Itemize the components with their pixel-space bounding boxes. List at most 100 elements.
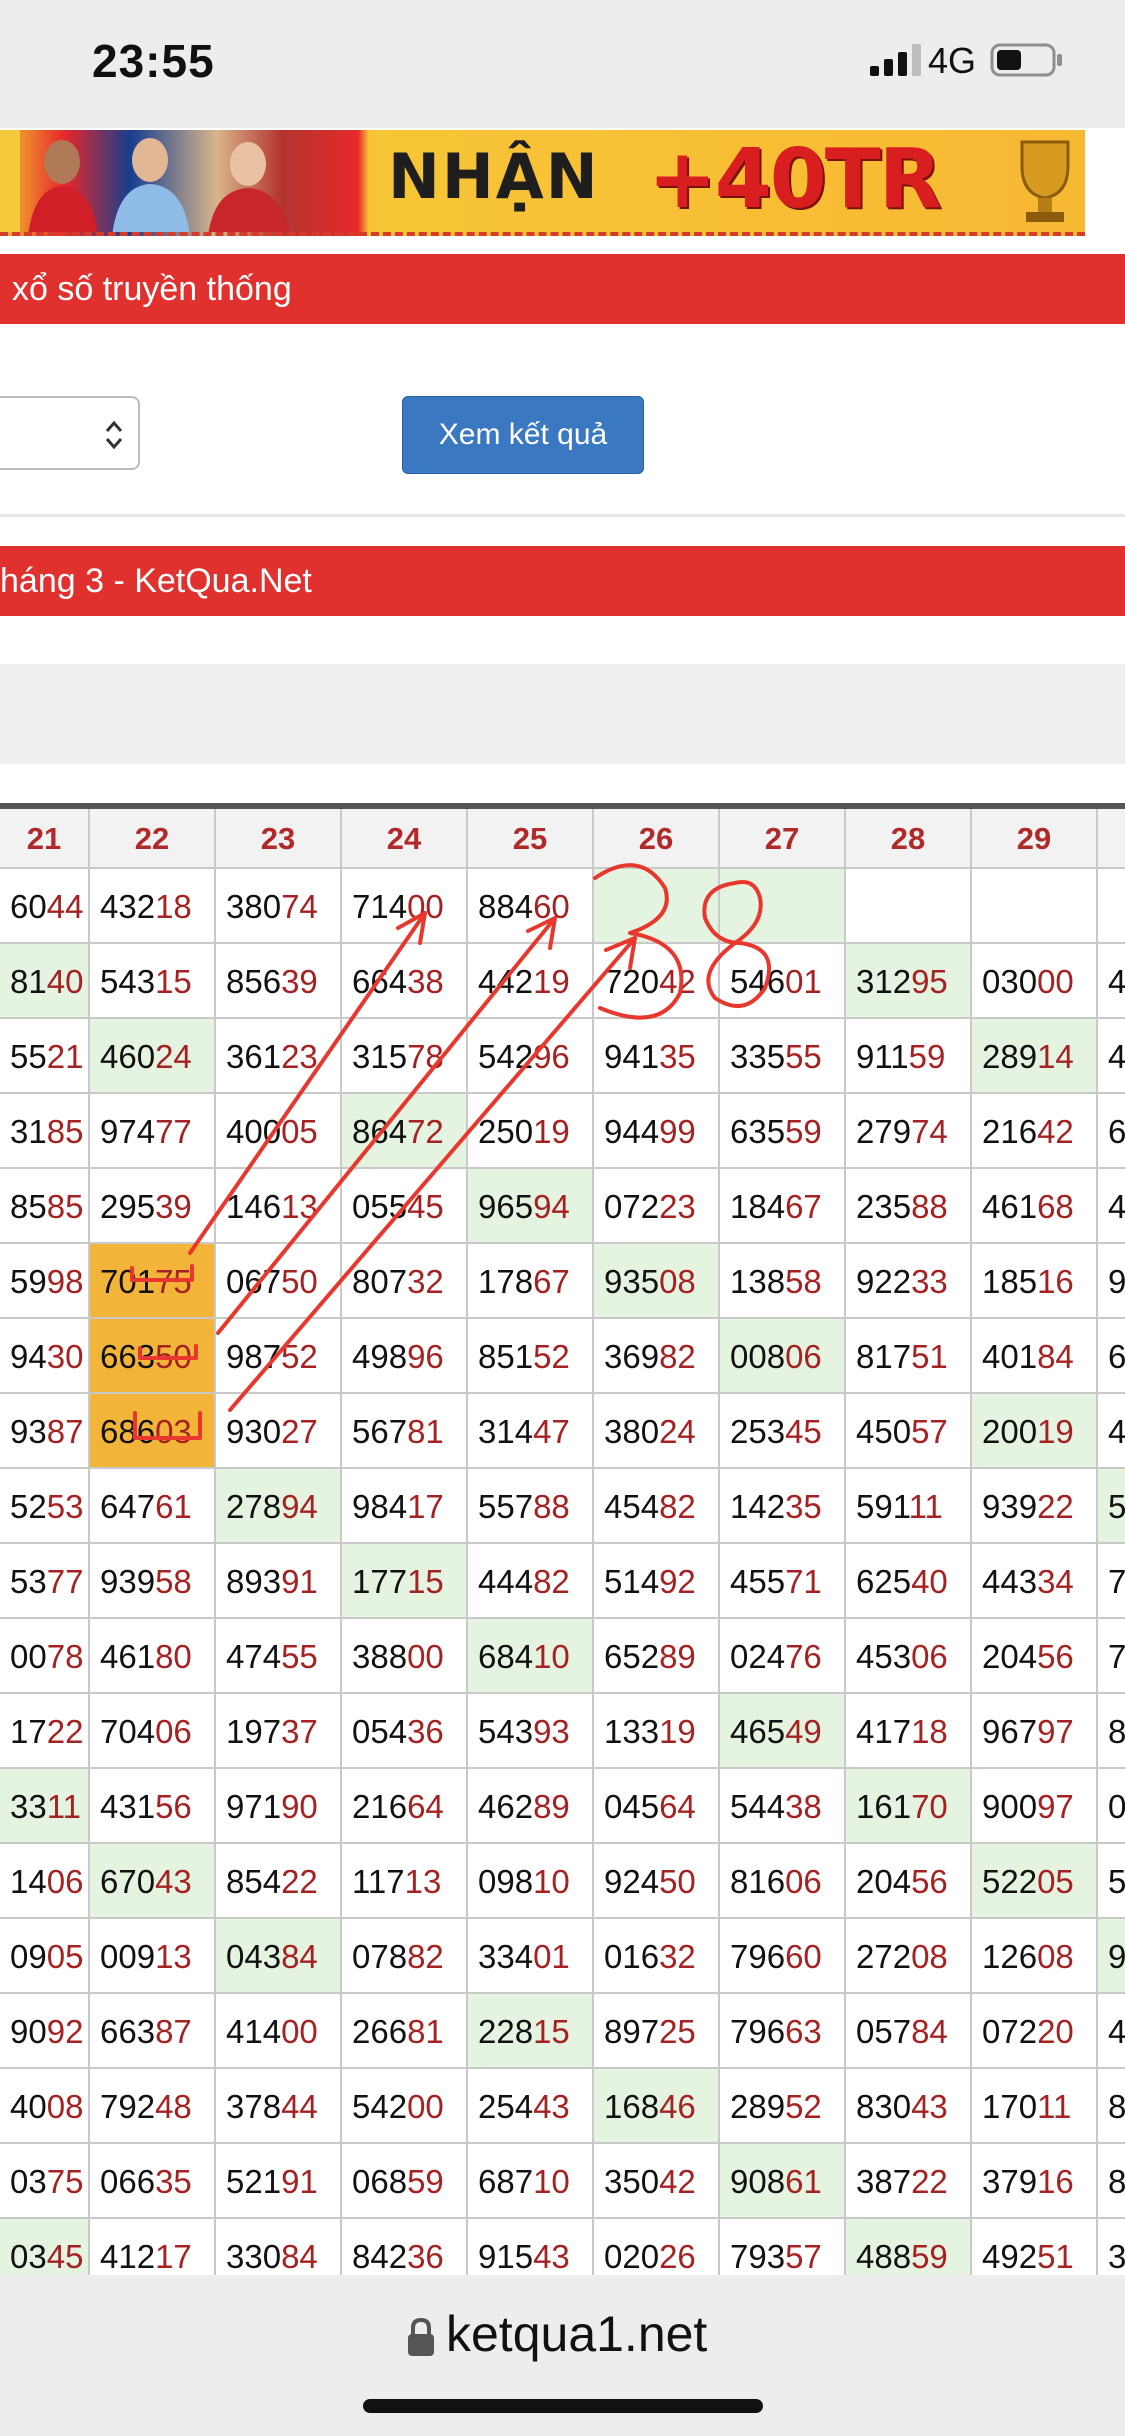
- result-cell: 66438: [342, 944, 468, 1019]
- result-cell: 16170: [846, 1769, 972, 1844]
- result-cell: 28952: [720, 2069, 846, 2144]
- column-header: [1098, 809, 1125, 869]
- result-cell: 97477: [90, 1094, 216, 1169]
- result-cell: 16846: [594, 2069, 720, 2144]
- result-cell: 0078: [0, 1619, 90, 1694]
- banner-label: NHẬN: [388, 140, 600, 213]
- result-cell: 92450: [594, 1844, 720, 1919]
- result-cell: 05784: [846, 1994, 972, 2069]
- result-cell: 6: [1098, 1094, 1125, 1169]
- result-cell: 79660: [720, 1919, 846, 1994]
- home-indicator[interactable]: [363, 2399, 763, 2413]
- result-cell: 62540: [846, 1544, 972, 1619]
- result-cell: 81606: [720, 1844, 846, 1919]
- result-cell: 00913: [90, 1919, 216, 1994]
- result-cell: 45306: [846, 1619, 972, 1694]
- result-cell: 25019: [468, 1094, 594, 1169]
- result-cell: 8585: [0, 1169, 90, 1244]
- result-cell: 21642: [972, 1094, 1098, 1169]
- result-cell: 54393: [468, 1694, 594, 1769]
- date-select[interactable]: [0, 396, 140, 470]
- result-cell: 06859: [342, 2144, 468, 2219]
- result-cell: 54200: [342, 2069, 468, 2144]
- result-cell: 54601: [720, 944, 846, 1019]
- lock-icon: [408, 2317, 434, 2356]
- ad-placeholder: [0, 664, 1125, 764]
- battery-icon: [990, 43, 1062, 77]
- result-cell: 5: [1098, 1469, 1125, 1544]
- result-cell: 0375: [0, 2144, 90, 2219]
- result-cell: 93508: [594, 1244, 720, 1319]
- status-bar: 23:55 4G: [0, 0, 1125, 128]
- result-cell: [846, 869, 972, 944]
- result-cell: 5: [1098, 1844, 1125, 1919]
- column-header: 27: [720, 809, 846, 869]
- result-cell: 8: [1098, 2144, 1125, 2219]
- result-cell: [720, 869, 846, 944]
- result-cell: 29539: [90, 1169, 216, 1244]
- banner-amount: +40TR: [648, 132, 942, 227]
- result-cell: 41217: [90, 2219, 216, 2275]
- result-cell: 91159: [846, 1019, 972, 1094]
- result-cell: 09810: [468, 1844, 594, 1919]
- result-cell: 47455: [216, 1619, 342, 1694]
- result-cell: 44482: [468, 1544, 594, 1619]
- url-text: ketqua1.net: [446, 2306, 708, 2362]
- result-cell: 92233: [846, 1244, 972, 1319]
- result-cell: 35042: [594, 2144, 720, 2219]
- column-header: 24: [342, 809, 468, 869]
- result-cell: 21664: [342, 1769, 468, 1844]
- result-cell: 38722: [846, 2144, 972, 2219]
- result-cell: 49251: [972, 2219, 1098, 2275]
- result-cell: 7: [1098, 1619, 1125, 1694]
- web-page: NHẬN +40TR xổ số truyền thống Xem kết qu…: [0, 128, 1125, 2275]
- result-cell: 67043: [90, 1844, 216, 1919]
- result-cell: 54438: [720, 1769, 846, 1844]
- results-table: 21 22 23 24 25 26 27 28 29 6044 43218 38074 71400 884…: [0, 803, 1125, 2275]
- result-cell: 84236: [342, 2219, 468, 2275]
- view-results-button[interactable]: Xem kết quả: [402, 396, 644, 474]
- result-cell: 43156: [90, 1769, 216, 1844]
- column-header: 29: [972, 809, 1098, 869]
- result-cell: 51492: [594, 1544, 720, 1619]
- result-cell: 46168: [972, 1169, 1098, 1244]
- result-cell: 37916: [972, 2144, 1098, 2219]
- result-cell: 8: [1098, 2069, 1125, 2144]
- result-cell: 04384: [216, 1919, 342, 1994]
- result-cell: 07220: [972, 1994, 1098, 2069]
- result-cell: 52205: [972, 1844, 1098, 1919]
- result-cell: 18467: [720, 1169, 846, 1244]
- result-cell: 93958: [90, 1544, 216, 1619]
- result-cell: 46549: [720, 1694, 846, 1769]
- result-cell: [594, 869, 720, 944]
- result-cell: 54315: [90, 944, 216, 1019]
- result-cell: 68603: [90, 1394, 216, 1469]
- result-cell: 79663: [720, 1994, 846, 2069]
- result-cell: 70175: [90, 1244, 216, 1319]
- result-cell: 0905: [0, 1919, 90, 1994]
- result-cell: 1406: [0, 1844, 90, 1919]
- chevron-updown-icon: [105, 420, 123, 450]
- result-cell: 17011: [972, 2069, 1098, 2144]
- result-cell: 1722: [0, 1694, 90, 1769]
- browser-address-bar[interactable]: ketqua1.net: [0, 2275, 1125, 2436]
- result-cell: 66350: [90, 1319, 216, 1394]
- result-cell: [972, 869, 1098, 944]
- result-cell: 20456: [846, 1844, 972, 1919]
- result-cell: 6: [1098, 1319, 1125, 1394]
- month-title: háng 3 - KetQua.Net: [0, 546, 1125, 616]
- result-cell: 22815: [468, 1994, 594, 2069]
- result-cell: 79248: [90, 2069, 216, 2144]
- result-cell: 90097: [972, 1769, 1098, 1844]
- result-cell: 46289: [468, 1769, 594, 1844]
- result-cell: 19737: [216, 1694, 342, 1769]
- promo-banner[interactable]: NHẬN +40TR: [0, 130, 1085, 236]
- result-cell: 38800: [342, 1619, 468, 1694]
- result-cell: 20019: [972, 1394, 1098, 1469]
- result-cell: 4: [1098, 1019, 1125, 1094]
- result-cell: 27208: [846, 1919, 972, 1994]
- result-cell: 38024: [594, 1394, 720, 1469]
- result-cell: 26681: [342, 1994, 468, 2069]
- result-cell: 6044: [0, 869, 90, 944]
- result-cell: 68410: [468, 1619, 594, 1694]
